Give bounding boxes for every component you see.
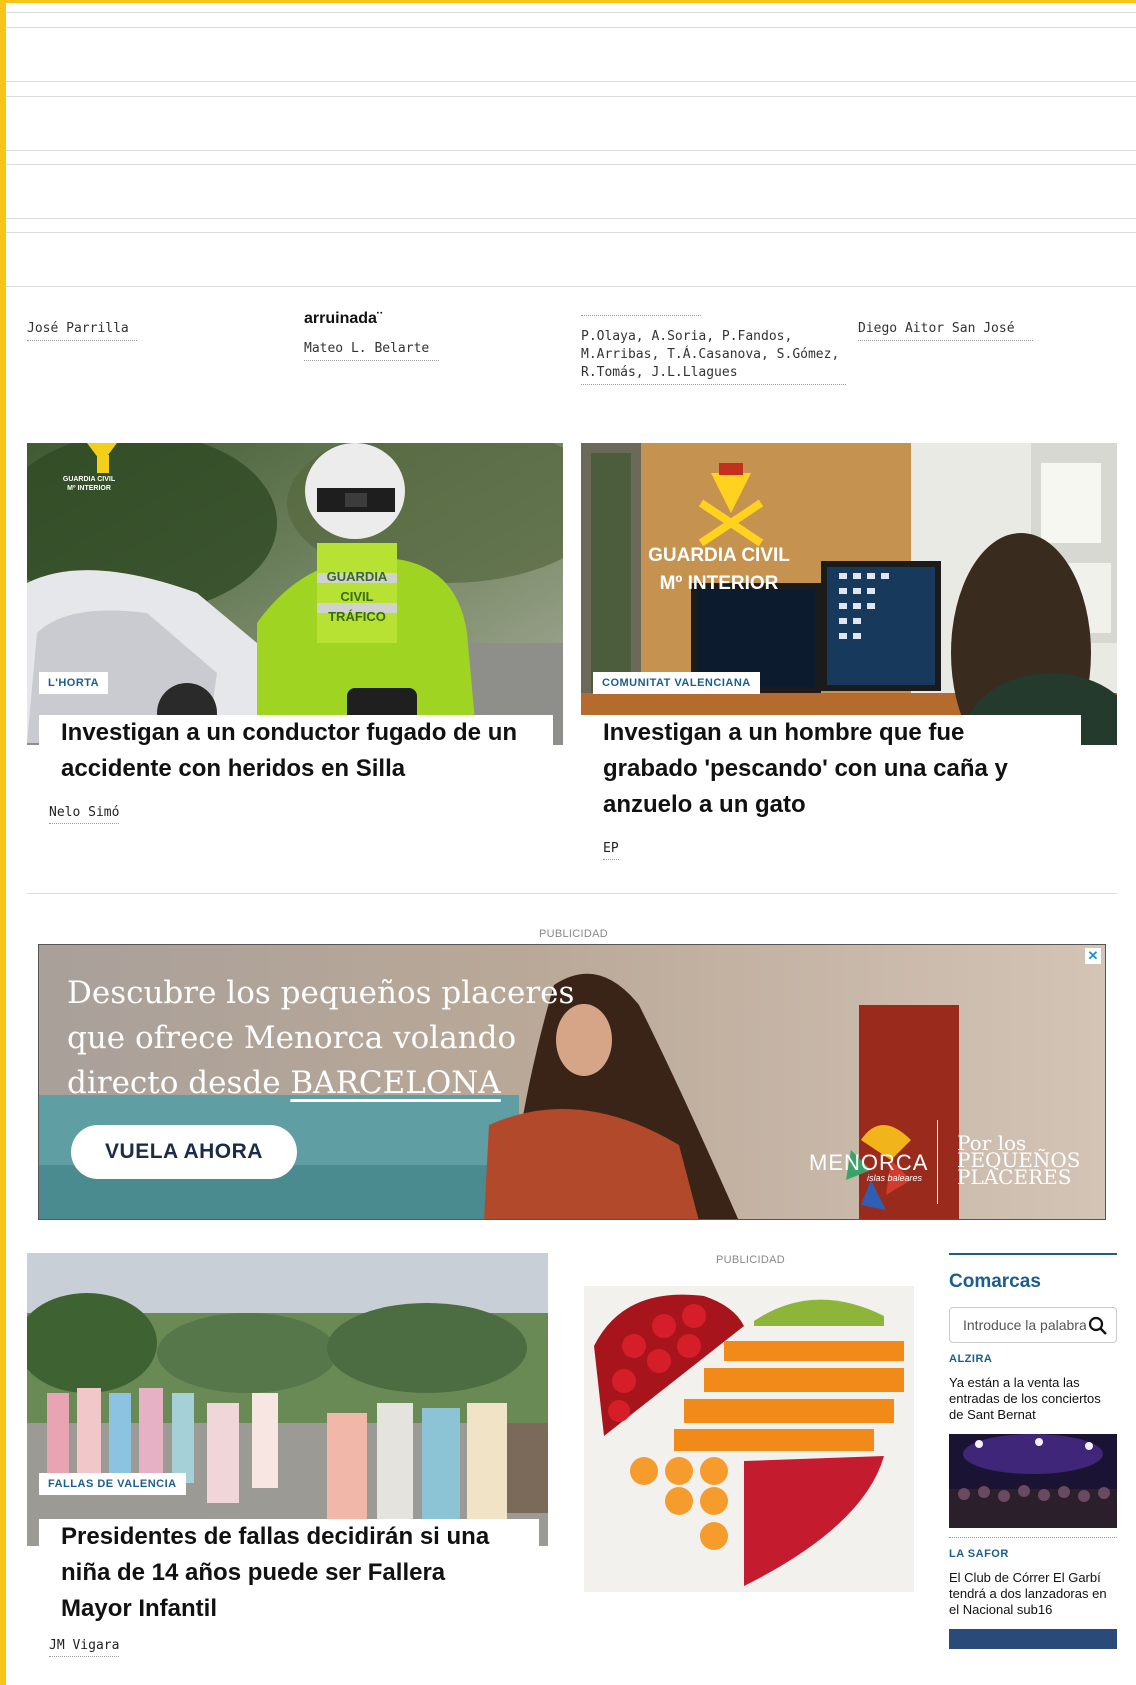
article-author[interactable]: JM Vigara bbox=[49, 1638, 120, 1657]
divider bbox=[6, 286, 1136, 287]
logo-text: GUARDIA CIVIL bbox=[648, 545, 790, 566]
article-author[interactable]: Mateo L. Belarte bbox=[304, 340, 439, 361]
divider bbox=[6, 218, 1136, 219]
article-headline[interactable]: Presidentes de fallas decidirán si una n… bbox=[39, 1519, 539, 1627]
vest-text: GUARDIA bbox=[327, 569, 388, 584]
section-divider bbox=[27, 893, 1117, 894]
ad-cta-button[interactable]: VUELA AHORA bbox=[71, 1125, 297, 1179]
svg-text:TRÁFICO: TRÁFICO bbox=[328, 609, 386, 624]
comarcas-title: Comarcas bbox=[949, 1271, 1041, 1292]
comarca-headline[interactable]: Ya están a la venta las entradas de los … bbox=[949, 1375, 1117, 1423]
ad-brand-sub: islas baleares bbox=[867, 1173, 923, 1183]
category-tag[interactable]: FALLAS DE VALENCIA bbox=[39, 1473, 186, 1495]
divider bbox=[6, 12, 1136, 13]
comarca-place[interactable]: ALZIRA bbox=[949, 1353, 1117, 1365]
category-tag[interactable]: COMUNITAT VALENCIANA bbox=[593, 672, 760, 694]
divider bbox=[6, 27, 1136, 28]
article-headline[interactable]: Investigan a un hombre que fue grabado '… bbox=[581, 715, 1081, 823]
ad-banner[interactable]: Descubre los pequeños placeres que ofrec… bbox=[38, 944, 1106, 1220]
article-author[interactable]: Nelo Simó bbox=[49, 805, 120, 824]
frame-top-border bbox=[0, 0, 1136, 3]
frame-left-border bbox=[0, 0, 6, 1685]
comarca-image[interactable] bbox=[949, 1434, 1117, 1528]
article-image[interactable] bbox=[27, 1253, 548, 1546]
news-card[interactable]: GUARDIA CIVIL Mº INTERIOR COMUNITAT VALE… bbox=[581, 443, 1117, 863]
side-ad[interactable] bbox=[584, 1286, 914, 1592]
article-author[interactable]: Diego Aitor San José bbox=[858, 320, 1033, 341]
logo-text: GUARDIA CIVIL bbox=[63, 476, 116, 483]
divider bbox=[937, 1120, 938, 1204]
ad-label: PUBLICIDAD bbox=[539, 928, 609, 940]
divider bbox=[6, 164, 1136, 165]
article-image[interactable]: GUARDIA CIVIL Mº INTERIOR bbox=[581, 443, 1117, 745]
ad-headline[interactable]: Descubre los pequeños placeres que ofrec… bbox=[67, 971, 574, 1106]
svg-text:CIVIL: CIVIL bbox=[340, 589, 373, 604]
comarcas-panel: Comarcas ALZIRA Ya están a la venta las … bbox=[949, 1253, 1117, 1649]
news-card[interactable]: FALLAS DE VALENCIA Presidentes de fallas… bbox=[27, 1253, 548, 1673]
ad-label: PUBLICIDAD bbox=[716, 1254, 786, 1266]
category-tag[interactable]: L'HORTA bbox=[39, 672, 109, 694]
search-icon[interactable] bbox=[1088, 1316, 1108, 1336]
search-input[interactable] bbox=[950, 1308, 1086, 1342]
article-headline[interactable]: Investigan a un conductor fugado de un a… bbox=[39, 715, 553, 787]
divider bbox=[6, 81, 1136, 82]
dotted-separator bbox=[949, 1536, 1117, 1538]
comarca-headline[interactable]: El Club de Córrer El Garbí tendrá a dos … bbox=[949, 1570, 1117, 1618]
dotted-separator bbox=[581, 312, 701, 316]
divider bbox=[6, 150, 1136, 151]
article-author[interactable]: EP bbox=[603, 841, 619, 860]
close-icon[interactable]: ✕ bbox=[1085, 948, 1101, 964]
article-title-fragment[interactable]: arruinada¨ bbox=[304, 310, 382, 328]
fruit-heart-image bbox=[594, 1294, 904, 1586]
divider bbox=[949, 1253, 1117, 1255]
ad-slogan: Por los PEQUEÑOS PLACERES bbox=[957, 1131, 1081, 1189]
comarca-item[interactable]: ALZIRA Ya están a la venta las entradas … bbox=[949, 1353, 1117, 1538]
article-author[interactable]: P.Olaya, A.Soria, P.Fandos, M.Arribas, T… bbox=[581, 328, 846, 385]
article-author[interactable]: José Parrilla bbox=[27, 320, 137, 341]
news-card[interactable]: GUARDIA CIVIL TRÁFICO GUARDIA CIVIL Mº I… bbox=[27, 443, 563, 843]
logo-text: Mº INTERIOR bbox=[660, 573, 779, 594]
article-image[interactable]: GUARDIA CIVIL TRÁFICO GUARDIA CIVIL Mº I… bbox=[27, 443, 563, 745]
search-box[interactable] bbox=[949, 1307, 1117, 1343]
comarca-image[interactable] bbox=[949, 1629, 1117, 1649]
svg-text:Mº INTERIOR: Mº INTERIOR bbox=[67, 485, 111, 492]
divider bbox=[6, 232, 1136, 233]
comarca-item[interactable]: LA SAFOR El Club de Córrer El Garbí tend… bbox=[949, 1548, 1117, 1649]
comarca-place[interactable]: LA SAFOR bbox=[949, 1548, 1117, 1560]
divider bbox=[6, 96, 1136, 97]
